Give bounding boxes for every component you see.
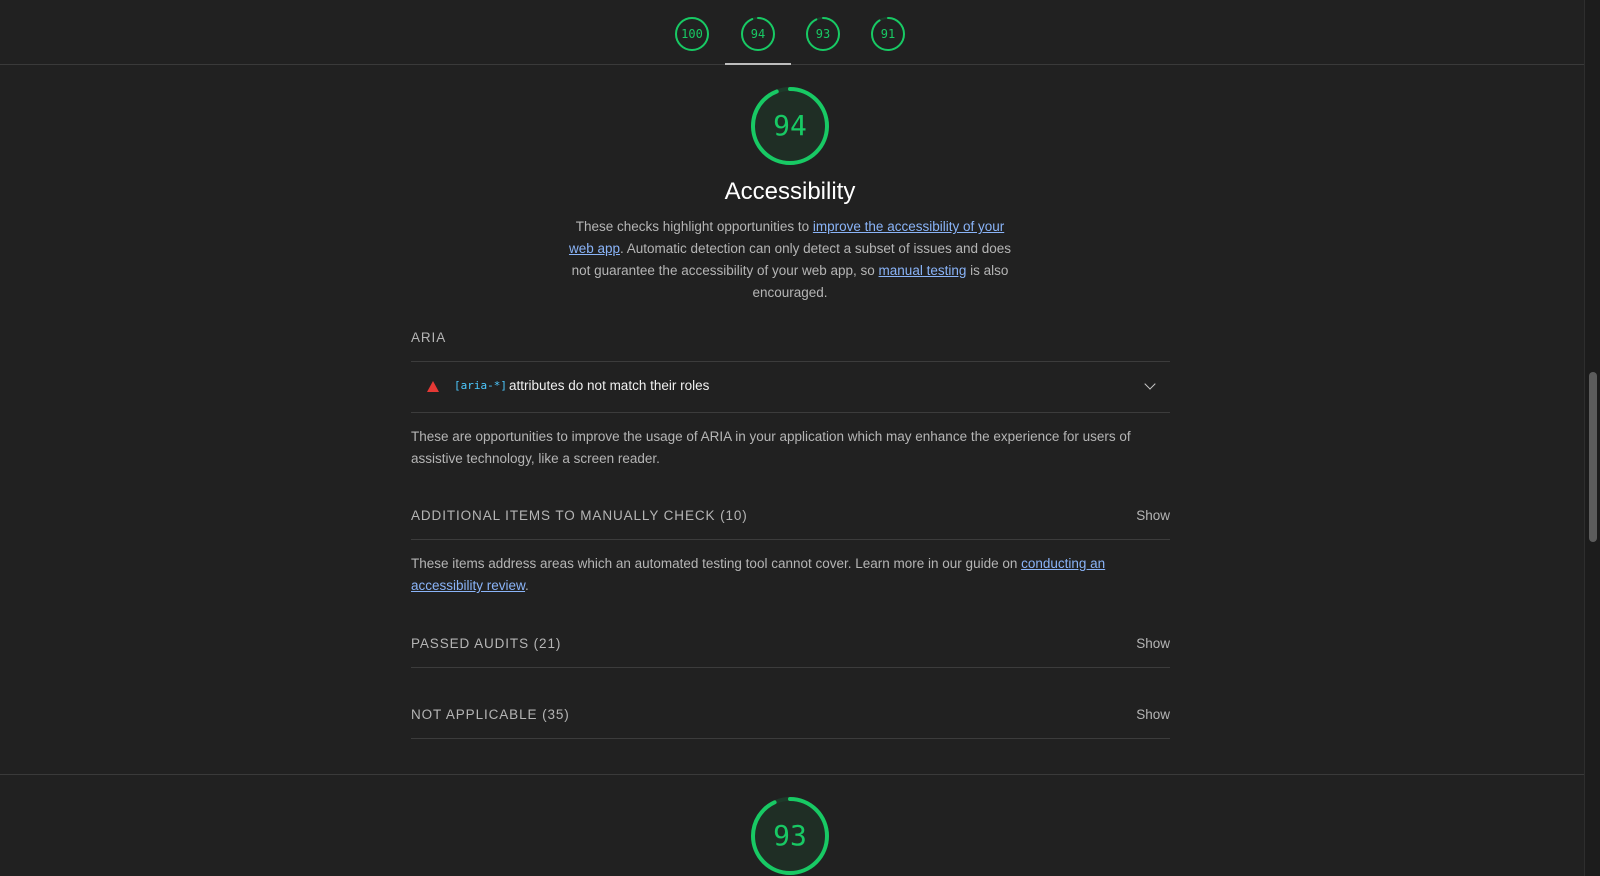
- group-count: (21): [533, 636, 562, 651]
- manual-testing-link[interactable]: manual testing: [879, 263, 967, 278]
- audit-title: attributes do not match their roles: [509, 378, 710, 393]
- group-title-text: PASSED AUDITS: [411, 636, 529, 651]
- score-tab-value: 94: [750, 27, 766, 41]
- active-tab-indicator: [725, 63, 791, 65]
- show-manual-button[interactable]: Show: [1120, 508, 1170, 523]
- group-title-text: NOT APPLICABLE: [411, 707, 538, 722]
- section-divider: [0, 774, 1584, 775]
- category-score: 94: [773, 109, 807, 142]
- show-passed-button[interactable]: Show: [1120, 636, 1170, 651]
- group-count: (35): [542, 707, 570, 722]
- divider: [411, 738, 1170, 739]
- divider: [411, 667, 1170, 668]
- group-title-passed[interactable]: PASSED AUDITS (21): [411, 636, 561, 651]
- show-not-applicable-button[interactable]: Show: [1120, 707, 1170, 722]
- score-tab-seo[interactable]: 91: [870, 16, 906, 52]
- next-category-score: 93: [773, 819, 807, 852]
- fail-triangle-icon: [427, 381, 439, 392]
- score-tab-accessibility[interactable]: 94: [740, 16, 776, 52]
- description-text: These items address areas which an autom…: [411, 556, 1022, 571]
- score-tab-best-practices[interactable]: 93: [805, 16, 841, 52]
- audit-code: [aria-*]: [454, 379, 507, 392]
- score-tab-bar: 100 94 93 91: [0, 0, 1584, 65]
- group-title-manual[interactable]: ADDITIONAL ITEMS TO MANUALLY CHECK (10): [411, 508, 748, 523]
- group-count: (10): [720, 508, 748, 523]
- vertical-scrollbar[interactable]: [1584, 0, 1600, 876]
- score-tab-value: 91: [880, 27, 896, 41]
- audit-aria-allowed-attr[interactable]: [aria-*] attributes do not match their r…: [411, 362, 1170, 412]
- category-score-gauge[interactable]: 94: [750, 86, 830, 166]
- group-description-manual: These items address areas which an autom…: [411, 553, 1171, 597]
- category-description: These checks highlight opportunities to …: [568, 216, 1012, 304]
- description-text: These checks highlight opportunities to: [575, 219, 813, 234]
- category-title: Accessibility: [724, 178, 856, 205]
- score-tab-value: 93: [815, 27, 831, 41]
- next-category-score-gauge[interactable]: 93: [750, 796, 830, 876]
- scrollbar-thumb[interactable]: [1589, 372, 1597, 542]
- group-description-aria: These are opportunities to improve the u…: [411, 429, 1131, 466]
- score-tab-value: 100: [681, 27, 703, 41]
- description-text: .: [525, 578, 529, 593]
- group-title-text: ADDITIONAL ITEMS TO MANUALLY CHECK: [411, 508, 716, 523]
- chevron-down-icon[interactable]: [1144, 378, 1156, 390]
- group-title-aria: ARIA: [411, 330, 447, 345]
- divider: [411, 412, 1170, 413]
- divider: [411, 539, 1170, 540]
- group-title-not-applicable[interactable]: NOT APPLICABLE (35): [411, 707, 570, 722]
- lighthouse-report: 100 94 93 91 94 Accessibility These chec…: [0, 0, 1600, 876]
- score-tab-performance[interactable]: 100: [674, 16, 710, 52]
